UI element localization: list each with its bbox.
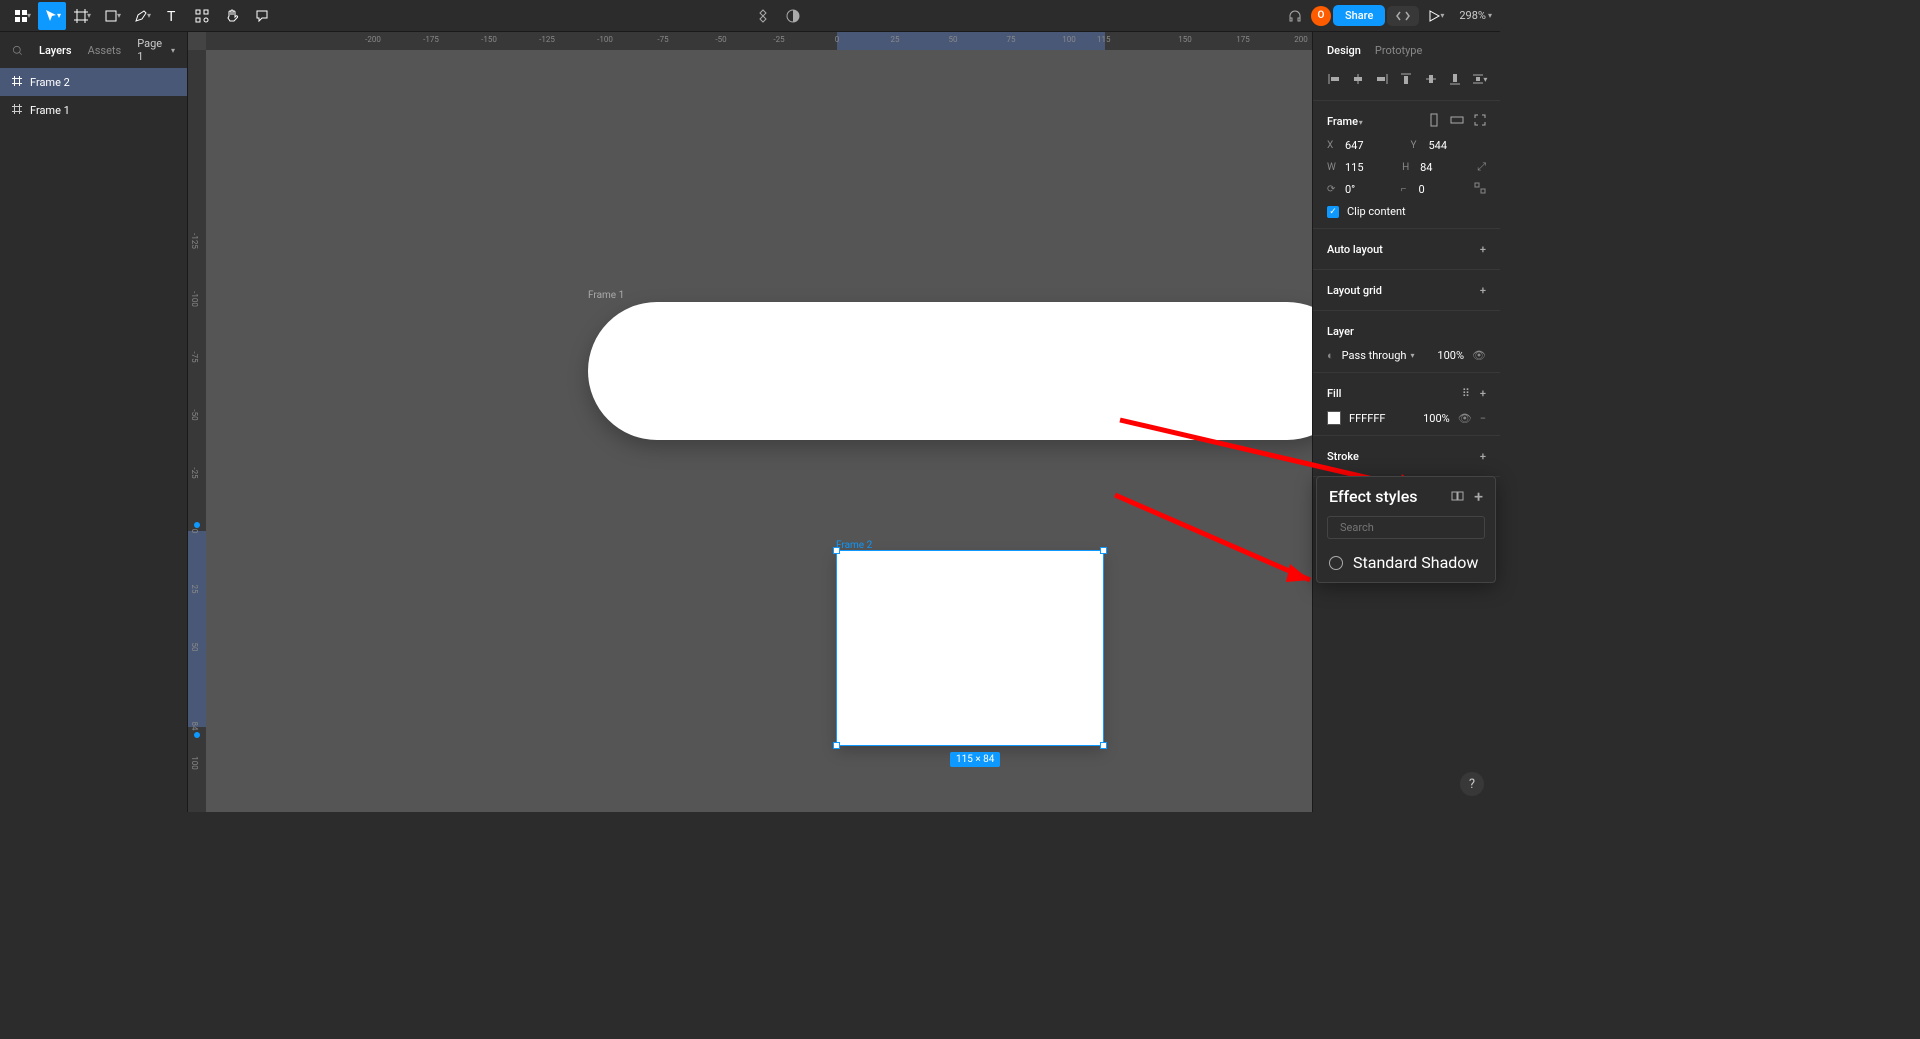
individual-corners-icon[interactable] — [1474, 182, 1486, 197]
align-bottom-icon[interactable] — [1444, 68, 1465, 90]
search-icon[interactable] — [12, 41, 23, 60]
zoom-level[interactable]: 298%▾ — [1459, 9, 1492, 22]
effect-style-name: Standard Shadow — [1353, 553, 1478, 572]
frame-icon — [12, 76, 22, 89]
main-menu-button[interactable]: ▾ — [8, 2, 36, 30]
distribute-icon[interactable]: ▾ — [1469, 68, 1490, 90]
align-top-icon[interactable] — [1396, 68, 1417, 90]
hand-tool[interactable] — [218, 2, 246, 30]
resize-vertical-icon[interactable] — [1428, 113, 1440, 130]
effect-search-input[interactable] — [1340, 521, 1480, 534]
layer-section-label: Layer — [1327, 325, 1354, 338]
help-button[interactable]: ? — [1460, 772, 1484, 796]
comment-tool[interactable] — [248, 2, 276, 30]
fill-visibility-icon[interactable]: 👁 — [1458, 412, 1472, 425]
assets-tab[interactable]: Assets — [88, 44, 122, 57]
resize-horizontal-icon[interactable] — [1450, 114, 1464, 129]
stroke-label: Stroke — [1327, 450, 1359, 463]
canvas[interactable]: Frame 1 Frame 2 115 × 84 — [206, 50, 1312, 812]
h-field[interactable]: H84 — [1402, 161, 1469, 174]
headphones-icon[interactable] — [1281, 2, 1309, 30]
clip-content-checkbox[interactable]: ✓ — [1327, 206, 1339, 218]
alignment-row: ▾ — [1313, 68, 1500, 100]
resize-fit-icon[interactable] — [1474, 114, 1486, 129]
user-avatar[interactable]: O — [1311, 6, 1331, 26]
align-left-icon[interactable] — [1323, 68, 1344, 90]
contrast-icon[interactable] — [779, 2, 807, 30]
frame-tool[interactable]: ▾ — [68, 2, 96, 30]
dimensions-badge: 115 × 84 — [950, 752, 1000, 767]
layer-item-frame1[interactable]: Frame 1 — [0, 96, 187, 124]
fill-styles-icon[interactable]: ⠿ — [1462, 387, 1470, 400]
frame2-shape[interactable] — [836, 550, 1104, 746]
frame-icon — [12, 104, 22, 117]
layer-label: Frame 2 — [30, 76, 70, 89]
fill-swatch[interactable] — [1327, 411, 1341, 425]
frame1-shape[interactable] — [588, 302, 1312, 440]
constrain-icon[interactable]: ⤢ — [1477, 160, 1486, 174]
fill-label: Fill — [1327, 387, 1341, 400]
ruler-vertical: -125-100-75-50-250255084100125 — [188, 50, 206, 812]
effect-styles-popup: Effect styles + Standard Shadow — [1316, 476, 1496, 583]
present-button[interactable]: ▾ — [1421, 2, 1449, 30]
library-icon[interactable] — [1451, 487, 1464, 506]
layer-opacity-field[interactable]: 100% — [1437, 349, 1464, 362]
layer-label: Frame 1 — [30, 104, 70, 117]
component-icon[interactable] — [749, 2, 777, 30]
add-fill-icon[interactable]: + — [1480, 387, 1486, 400]
layers-tab[interactable]: Layers — [39, 44, 72, 57]
add-stroke-icon[interactable]: + — [1480, 450, 1486, 463]
y-field[interactable]: Y544 — [1411, 139, 1487, 152]
visibility-icon[interactable]: 👁 — [1472, 349, 1486, 362]
align-right-icon[interactable] — [1372, 68, 1393, 90]
top-toolbar: ▾ ▾ ▾ ▾ ▾ T O Share ▾ 298%▾ — [0, 0, 1500, 32]
effect-style-item[interactable]: Standard Shadow — [1317, 547, 1495, 582]
move-tool[interactable]: ▾ — [38, 2, 66, 30]
layout-grid-label: Layout grid — [1327, 284, 1382, 297]
left-panel: Layers Assets Page 1▾ Frame 2 Frame 1 — [0, 32, 188, 812]
add-auto-layout-icon[interactable]: + — [1480, 243, 1486, 256]
frame-type-label[interactable]: Frame ▾ — [1327, 115, 1363, 128]
fill-hex-field[interactable]: FFFFFF — [1349, 412, 1385, 425]
resources-tool[interactable] — [188, 2, 216, 30]
auto-layout-label: Auto layout — [1327, 243, 1383, 256]
effect-search[interactable] — [1327, 516, 1485, 539]
canvas-area[interactable]: -200-175-150-125-100-75-50-2502550751001… — [188, 32, 1312, 812]
share-button[interactable]: Share — [1333, 5, 1385, 26]
remove-fill-icon[interactable]: − — [1480, 412, 1486, 425]
shape-tool[interactable]: ▾ — [98, 2, 126, 30]
create-style-icon[interactable]: + — [1474, 487, 1483, 506]
align-hcenter-icon[interactable] — [1347, 68, 1368, 90]
svg-text:T: T — [167, 9, 176, 24]
page-selector[interactable]: Page 1▾ — [137, 37, 175, 63]
add-layout-grid-icon[interactable]: + — [1480, 284, 1486, 297]
effect-styles-title: Effect styles — [1329, 487, 1418, 506]
rotation-field[interactable]: ⟳0° — [1327, 183, 1393, 196]
ruler-horizontal: -200-175-150-125-100-75-50-2502550751001… — [206, 32, 1312, 50]
fill-opacity-field[interactable]: 100% — [1423, 412, 1450, 425]
blend-mode-field[interactable]: Pass through ▾ — [1342, 349, 1430, 362]
layer-item-frame2[interactable]: Frame 2 — [0, 68, 187, 96]
prototype-tab[interactable]: Prototype — [1375, 44, 1422, 57]
text-tool[interactable]: T — [158, 2, 186, 30]
design-tab[interactable]: Design — [1327, 44, 1361, 57]
style-preview-icon — [1329, 556, 1343, 570]
blend-mode-icon[interactable]: ◐ — [1327, 349, 1334, 362]
frame1-label[interactable]: Frame 1 — [588, 290, 624, 301]
radius-field[interactable]: ⌐0 — [1401, 183, 1467, 196]
align-vcenter-icon[interactable] — [1420, 68, 1441, 90]
right-panel: Design Prototype ▾ Frame ▾ X647 Y544 W11… — [1312, 32, 1500, 812]
dev-mode-button[interactable] — [1387, 6, 1419, 26]
x-field[interactable]: X647 — [1327, 139, 1403, 152]
w-field[interactable]: W115 — [1327, 161, 1394, 174]
pen-tool[interactable]: ▾ — [128, 2, 156, 30]
clip-content-label: Clip content — [1347, 205, 1406, 218]
